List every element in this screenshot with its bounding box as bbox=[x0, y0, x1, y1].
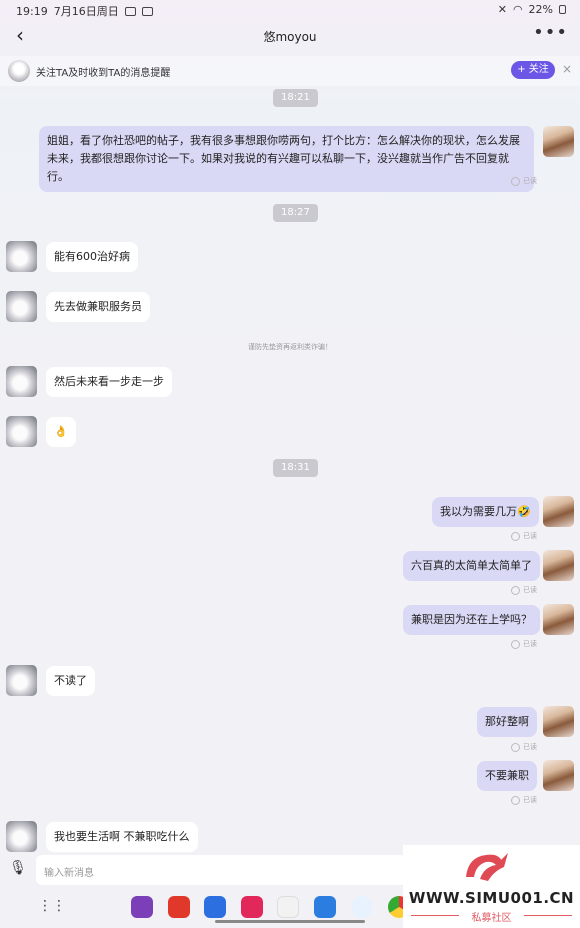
message-bubble-received[interactable]: 能有600治好病 bbox=[46, 242, 138, 272]
phone-icon[interactable] bbox=[277, 896, 299, 918]
check-icon bbox=[511, 176, 520, 186]
watermark-subtitle: 私募社区 bbox=[471, 913, 512, 924]
read-label: 已读 bbox=[523, 640, 537, 648]
my-avatar[interactable] bbox=[543, 550, 574, 581]
timestamp: 18:21 bbox=[273, 89, 318, 107]
onenote-icon[interactable] bbox=[131, 896, 153, 918]
messages-icon[interactable] bbox=[314, 896, 336, 918]
read-receipt: 已读 bbox=[511, 742, 537, 752]
close-icon[interactable]: × bbox=[562, 62, 572, 76]
timestamp: 18:27 bbox=[273, 204, 318, 222]
more-options-button[interactable]: ••• bbox=[533, 22, 568, 43]
contact-avatar[interactable] bbox=[6, 821, 37, 852]
check-icon bbox=[511, 585, 520, 595]
read-label: 已读 bbox=[523, 586, 537, 594]
chat-title: 悠moyou bbox=[263, 30, 317, 44]
check-icon bbox=[511, 795, 520, 805]
avatar[interactable] bbox=[8, 60, 30, 82]
follow-hint: 关注TA及时收到TA的消息提醒 bbox=[36, 68, 171, 79]
my-avatar[interactable] bbox=[543, 126, 574, 157]
message-bubble-sent[interactable]: 那好整啊 bbox=[477, 707, 537, 737]
watermark-logo bbox=[466, 853, 508, 881]
read-receipt: 已读 bbox=[511, 531, 537, 541]
my-avatar[interactable] bbox=[543, 496, 574, 527]
read-label: 已读 bbox=[523, 796, 537, 804]
status-time: 19:19 bbox=[16, 4, 48, 18]
contact-avatar[interactable] bbox=[6, 366, 37, 397]
chat-header: ‹ 悠moyou ••• bbox=[0, 20, 580, 52]
wifi-icon: ◠ bbox=[512, 3, 523, 16]
my-avatar[interactable] bbox=[543, 604, 574, 635]
message-bubble-received[interactable]: 我也要生活啊 不兼职吃什么 bbox=[46, 822, 198, 852]
watermark: WWW.SIMU001.CN 私募社区 bbox=[403, 845, 580, 928]
message-icon bbox=[141, 6, 153, 16]
app-drawer-icon[interactable]: ⋮⋮ bbox=[38, 898, 66, 914]
status-bar: 19:19 7月16日周日 ✕ ◠ 22% bbox=[0, 0, 580, 20]
contact-avatar[interactable] bbox=[6, 665, 37, 696]
message-bubble-sent[interactable]: 兼职是因为还在上学吗？ bbox=[403, 605, 540, 635]
contact-avatar[interactable] bbox=[6, 416, 37, 447]
microphone-icon[interactable]: 🎙 bbox=[8, 860, 28, 880]
camera-icon[interactable] bbox=[241, 896, 263, 918]
check-icon bbox=[511, 742, 520, 752]
more-icon: ••• bbox=[533, 22, 568, 43]
mute-icon: ✕ bbox=[497, 3, 507, 16]
message-bubble-received[interactable]: 然后未来看一步走一步 bbox=[46, 367, 172, 397]
check-icon bbox=[511, 531, 520, 541]
message-bubble-sent[interactable]: 不要兼职 bbox=[477, 761, 537, 791]
read-label: 已读 bbox=[523, 177, 537, 185]
message-bubble-received[interactable]: 👌 bbox=[46, 417, 76, 447]
home-indicator[interactable] bbox=[215, 920, 365, 923]
battery-level: 22% bbox=[528, 3, 553, 16]
message-bubble-received[interactable]: 先去做兼职服务员 bbox=[46, 292, 150, 322]
message-input[interactable]: 输入新消息 bbox=[36, 855, 406, 885]
read-receipt: 已读 bbox=[511, 585, 537, 595]
browser-icon[interactable] bbox=[351, 896, 373, 918]
status-date: 7月16日周日 bbox=[53, 5, 119, 18]
battery-icon bbox=[559, 5, 566, 14]
message-bubble-sent[interactable]: 姐姐，看了你社恐吧的帖子，我有很多事想跟你唠两句，打个比方：怎么解决你的现状，怎… bbox=[39, 126, 534, 192]
divider bbox=[524, 915, 572, 916]
read-receipt: 已读 bbox=[511, 176, 537, 186]
message-bubble-sent[interactable]: 六百真的太简单太简单了 bbox=[403, 551, 540, 581]
read-receipt: 已读 bbox=[511, 639, 537, 649]
notes-app-icon[interactable] bbox=[168, 896, 190, 918]
my-avatar[interactable] bbox=[543, 760, 574, 791]
contact-avatar[interactable] bbox=[6, 291, 37, 322]
pen-app-icon[interactable] bbox=[204, 896, 226, 918]
read-receipt: 已读 bbox=[511, 795, 537, 805]
message-bubble-sent[interactable]: 我以为需要几万🤣 bbox=[432, 497, 539, 527]
follow-button[interactable]: + 关注 bbox=[511, 61, 555, 79]
read-label: 已读 bbox=[523, 743, 537, 751]
check-icon bbox=[511, 639, 520, 649]
gallery-icon bbox=[124, 6, 136, 16]
watermark-url: WWW.SIMU001.CN bbox=[408, 889, 575, 907]
contact-avatar[interactable] bbox=[6, 241, 37, 272]
fraud-warning: 谨防先垫资再返利类诈骗！ bbox=[248, 343, 332, 351]
read-label: 已读 bbox=[523, 532, 537, 540]
timestamp: 18:31 bbox=[273, 459, 318, 477]
my-avatar[interactable] bbox=[543, 706, 574, 737]
message-bubble-received[interactable]: 不读了 bbox=[46, 666, 95, 696]
follow-banner: 关注TA及时收到TA的消息提醒 + 关注 × bbox=[0, 56, 580, 86]
